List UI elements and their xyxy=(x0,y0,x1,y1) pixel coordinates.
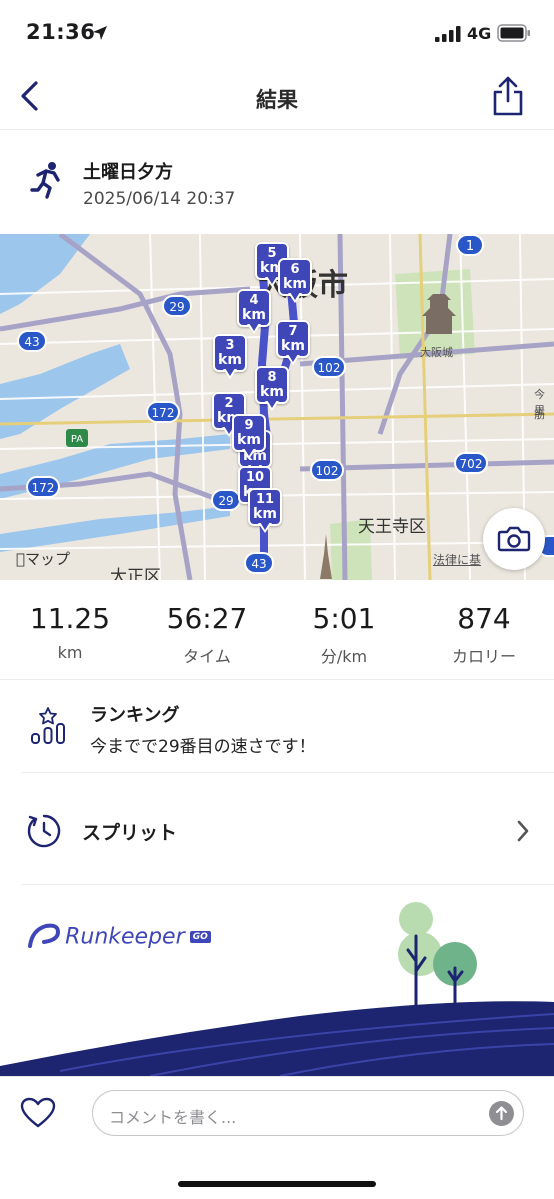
camera-button[interactable] xyxy=(483,508,545,570)
route-shield-1: 1 xyxy=(456,234,484,256)
brand-name: Runkeeper xyxy=(65,924,185,950)
like-button[interactable] xyxy=(20,1097,56,1133)
stat-distance: 11.25 km xyxy=(10,602,130,662)
stopwatch-icon xyxy=(27,814,61,848)
km-marker-3[interactable]: 3 km xyxy=(213,334,247,380)
runkeeper-mark-icon xyxy=(28,923,61,948)
svg-text:102: 102 xyxy=(316,464,339,478)
splits-label: スプリット xyxy=(82,822,178,844)
ranking-icon xyxy=(31,707,65,744)
km-marker-4[interactable]: 4 km xyxy=(237,289,271,335)
navigation-bar: 結果 xyxy=(0,66,554,130)
stat-value: 11.25 xyxy=(29,602,111,635)
km-marker-7[interactable]: 7 km xyxy=(276,320,310,366)
svg-text:29: 29 xyxy=(218,494,233,508)
battery-icon xyxy=(497,24,530,42)
running-icon xyxy=(30,162,60,199)
stat-pace: 5:01 分/km xyxy=(284,602,404,667)
svg-text:1: 1 xyxy=(466,239,474,254)
map-label-castle: 大阪城 xyxy=(420,346,453,359)
signal-icon xyxy=(435,26,461,42)
stat-value: 5:01 xyxy=(312,602,376,635)
route-shield-43: 43 xyxy=(17,330,47,352)
splits-row[interactable]: スプリット xyxy=(0,773,554,885)
arrow-up-icon xyxy=(495,1106,508,1121)
route-shield-702: 702 xyxy=(454,452,488,474)
brand-badge: GO xyxy=(189,931,211,943)
camera-icon xyxy=(497,526,531,552)
stat-label: 分/km xyxy=(320,647,368,666)
comment-bar: コメントを書く... xyxy=(0,1076,554,1199)
hills-illustration xyxy=(0,902,554,1076)
route-shield-172: 172 xyxy=(146,401,180,423)
route-shield-43-b: 43 xyxy=(244,552,274,574)
svg-text:43: 43 xyxy=(251,557,266,571)
activity-datetime: 2025/06/14 20:37 xyxy=(83,189,236,209)
status-time: 21:36 xyxy=(26,20,96,44)
page-title: 結果 xyxy=(256,88,298,112)
route-shield-172-b: 172 xyxy=(26,476,60,498)
network-type: 4G xyxy=(467,24,492,43)
stats-row: 11.25 km 56:27 タイム 5:01 分/km 874 カロリー xyxy=(0,580,554,680)
send-button[interactable] xyxy=(489,1101,514,1126)
map-label-suji: 筋 xyxy=(534,408,545,421)
activity-title: 土曜日夕方 xyxy=(83,162,173,183)
svg-text:102: 102 xyxy=(318,361,341,375)
stat-label: km xyxy=(57,643,83,662)
apple-logo-icon:  xyxy=(16,550,25,568)
divider xyxy=(22,884,554,885)
svg-text:43: 43 xyxy=(24,335,39,349)
heart-icon xyxy=(20,1097,56,1128)
ranking-section: ランキング 今までで29番目の速さです！ xyxy=(0,681,554,773)
chevron-right-icon xyxy=(517,820,529,842)
comment-placeholder: コメントを書く... xyxy=(109,1108,237,1127)
km-marker-6[interactable]: 6 km xyxy=(278,258,312,304)
km-marker-9[interactable]: 9 km xyxy=(232,414,266,460)
svg-text:29: 29 xyxy=(169,300,184,314)
location-arrow-icon xyxy=(93,26,107,40)
comment-input[interactable]: コメントを書く... xyxy=(92,1090,524,1136)
stat-label: カロリー xyxy=(451,647,516,666)
pa-shield: PA xyxy=(66,429,88,447)
stat-calories: 874 カロリー xyxy=(424,602,544,667)
legal-link[interactable]: 法律に基 xyxy=(433,551,481,568)
share-icon xyxy=(493,76,523,116)
footer-illustration: Runkeeper GO xyxy=(0,886,554,1076)
route-map[interactable]: 1 29 43 172 102 102 702 172 29 43 PA 大阪市… xyxy=(0,234,554,580)
route-shield-29-b: 29 xyxy=(211,489,241,511)
svg-text:PA: PA xyxy=(71,434,83,445)
stat-value: 874 xyxy=(457,602,511,635)
map-attribution: マップ xyxy=(16,550,70,568)
activity-header: 土曜日夕方 2025/06/14 20:37 xyxy=(0,131,554,234)
home-indicator xyxy=(178,1181,376,1187)
svg-text:702: 702 xyxy=(460,457,483,471)
stat-label: タイム xyxy=(183,647,231,666)
ranking-title: ランキング xyxy=(90,705,180,726)
map-label-tennoji: 天王寺区 xyxy=(358,517,426,537)
route-shield-102-b: 102 xyxy=(310,459,344,481)
svg-text:172: 172 xyxy=(32,481,55,495)
map-label-taisho: 大正区 xyxy=(110,567,161,580)
route-shield-29: 29 xyxy=(162,295,192,317)
km-marker-11[interactable]: 11 km xyxy=(248,488,282,534)
stat-value: 56:27 xyxy=(166,602,248,635)
route-shield-102-a: 102 xyxy=(312,356,346,378)
status-bar: 21:36 4G xyxy=(0,0,554,66)
stat-time: 56:27 タイム xyxy=(147,602,267,667)
runkeeper-logo: Runkeeper GO xyxy=(28,922,211,952)
km-marker-8[interactable]: 8 km xyxy=(255,366,289,412)
svg-text:172: 172 xyxy=(152,406,175,420)
ranking-text: 今までで29番目の速さです！ xyxy=(90,737,316,757)
share-button[interactable] xyxy=(490,74,526,118)
